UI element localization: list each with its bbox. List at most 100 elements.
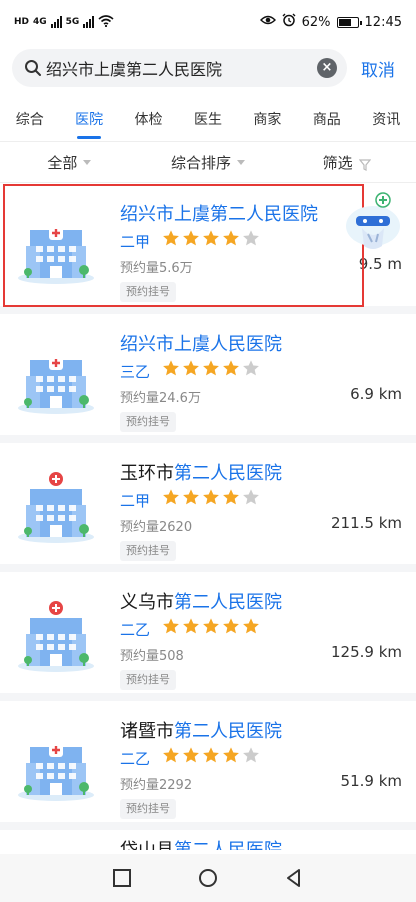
status-bar: HD 4G 5G 62% 12:45 xyxy=(0,0,416,44)
star-icon xyxy=(162,488,180,510)
star-icon xyxy=(242,229,260,251)
filter-more[interactable]: 筛选 xyxy=(277,152,416,173)
rating-stars xyxy=(162,617,260,639)
star-icon xyxy=(182,488,200,510)
star-icon xyxy=(222,617,240,639)
hospital-name-match: 绍兴市上虞第二人民医院 xyxy=(120,204,318,225)
appointment-count: 预约量2292 xyxy=(120,778,193,793)
star-icon xyxy=(202,359,220,381)
hospital-name[interactable]: 诸暨市第二人民医院 xyxy=(120,717,282,743)
appointment-tag[interactable]: 预约挂号 xyxy=(120,282,176,302)
clear-search-icon[interactable]: × xyxy=(317,58,337,78)
appointment-tag[interactable]: 预约挂号 xyxy=(120,799,176,819)
hospital-level: 二乙 xyxy=(120,750,151,768)
appointment-tag[interactable]: 预约挂号 xyxy=(120,541,176,561)
funnel-icon xyxy=(358,157,371,171)
tab-comprehensive[interactable]: 综合 xyxy=(16,103,44,135)
hospital-card[interactable]: 义乌市第二人民医院 二乙 预约量508 预约挂号 125.9 km xyxy=(0,572,416,701)
hospital-name-match: 第二人民医院 xyxy=(174,721,282,742)
hospital-name-prefix: 玉环市 xyxy=(120,463,174,484)
mascot-float-button[interactable] xyxy=(342,190,404,262)
clock: 12:45 xyxy=(364,14,402,30)
chevron-down-icon xyxy=(237,160,246,165)
alarm-icon xyxy=(282,13,296,31)
star-icon xyxy=(242,746,260,768)
hd-label: HD xyxy=(14,17,30,27)
hospital-building-icon xyxy=(16,206,96,286)
chevron-down-icon xyxy=(83,160,92,165)
rating-stars xyxy=(162,488,260,510)
star-icon xyxy=(242,488,260,510)
cancel-button[interactable]: 取消 xyxy=(361,56,395,81)
rating-stars xyxy=(162,359,260,381)
hospital-name-prefix: 岱山县 xyxy=(120,840,174,850)
net-type-1: 4G xyxy=(33,17,47,27)
star-icon xyxy=(202,229,220,251)
search-box[interactable]: × xyxy=(12,49,347,87)
eye-icon xyxy=(259,14,276,30)
back-button[interactable] xyxy=(283,867,305,889)
hospital-name[interactable]: 义乌市第二人民医院 xyxy=(120,588,282,614)
distance: 51.9 km xyxy=(340,772,402,790)
distance: 125.9 km xyxy=(330,643,402,661)
recent-apps-button[interactable] xyxy=(111,867,133,889)
star-icon xyxy=(222,359,240,381)
hospital-name-match: 第二人民医院 xyxy=(174,463,282,484)
hospital-building-icon xyxy=(16,465,96,545)
star-icon xyxy=(242,359,260,381)
appointment-count: 预约量2620 xyxy=(120,520,193,535)
net-type-2: 5G xyxy=(65,17,80,27)
battery-percent: 62% xyxy=(301,14,331,30)
hospital-level: 二乙 xyxy=(120,621,151,639)
hospital-card[interactable]: 诸暨市第二人民医院二乙预约量2292 预约挂号 51.9 km xyxy=(0,701,416,830)
hospital-card[interactable]: 绍兴市上虞人民医院 三乙 预约量24.6万 预约挂号 6.9 km xyxy=(0,314,416,443)
tab-hospital[interactable]: 医院 xyxy=(75,103,103,135)
status-right: 62% 12:45 xyxy=(259,13,402,31)
system-nav-bar xyxy=(0,854,416,902)
search-input[interactable] xyxy=(46,58,317,78)
filter-all[interactable]: 全部 xyxy=(0,152,139,173)
star-icon xyxy=(222,229,240,251)
hospital-name[interactable]: 绍兴市上虞人民医院 xyxy=(120,330,282,356)
category-tabs: 综合 医院 体检 医生 商家 商品 资讯 xyxy=(0,100,416,138)
star-icon xyxy=(182,746,200,768)
hospital-level: 三乙 xyxy=(120,363,151,381)
star-icon xyxy=(202,617,220,639)
hospital-list: 绍兴市上虞第二人民医院 二甲 预约量5.6万 预约挂号 9.5 m 绍兴市上虞人民医院 三乙… xyxy=(0,184,416,850)
tab-products[interactable]: 商品 xyxy=(313,103,341,135)
hospital-name-prefix: 诸暨市 xyxy=(120,721,174,742)
star-icon xyxy=(182,229,200,251)
search-icon xyxy=(24,59,42,77)
hospital-card-partial[interactable]: 岱山县第二人民医院 xyxy=(0,830,416,850)
hospital-name[interactable]: 绍兴市上虞第二人民医院 xyxy=(120,200,318,226)
hospital-name[interactable]: 玉环市第二人民医院 xyxy=(120,459,282,485)
filter-more-label: 筛选 xyxy=(322,154,353,172)
network-indicators: HD 4G 5G xyxy=(14,14,114,30)
tab-checkup[interactable]: 体检 xyxy=(135,103,163,135)
hospital-building-icon xyxy=(16,336,96,416)
tab-news[interactable]: 资讯 xyxy=(372,103,400,135)
star-icon xyxy=(222,746,240,768)
hospital-name: 岱山县第二人民医院 xyxy=(120,836,282,850)
tab-merchant[interactable]: 商家 xyxy=(253,103,281,135)
filter-sort[interactable]: 综合排序 xyxy=(139,152,278,173)
signal-icon xyxy=(83,16,95,28)
star-icon xyxy=(242,617,260,639)
appointment-tag[interactable]: 预约挂号 xyxy=(120,670,176,690)
star-icon xyxy=(222,488,240,510)
star-icon xyxy=(202,746,220,768)
hospital-building-icon xyxy=(16,723,96,803)
hospital-level: 二甲 xyxy=(120,492,151,510)
hospital-level: 二甲 xyxy=(120,233,151,251)
star-icon xyxy=(162,746,180,768)
appointment-tag[interactable]: 预约挂号 xyxy=(120,412,176,432)
hospital-name-match: 第二人民医院 xyxy=(174,840,282,850)
hospital-card[interactable]: 玉环市第二人民医院二甲预约量2620 预约挂号 211.5 km xyxy=(0,443,416,572)
hospital-name-match: 绍兴市上虞人民医院 xyxy=(120,334,282,355)
appointment-count: 预约量5.6万 xyxy=(120,261,193,276)
signal-icon xyxy=(50,16,62,28)
home-button[interactable] xyxy=(197,867,219,889)
tab-doctor[interactable]: 医生 xyxy=(194,103,222,135)
hospital-building-icon xyxy=(16,594,96,674)
distance: 211.5 km xyxy=(330,514,402,532)
